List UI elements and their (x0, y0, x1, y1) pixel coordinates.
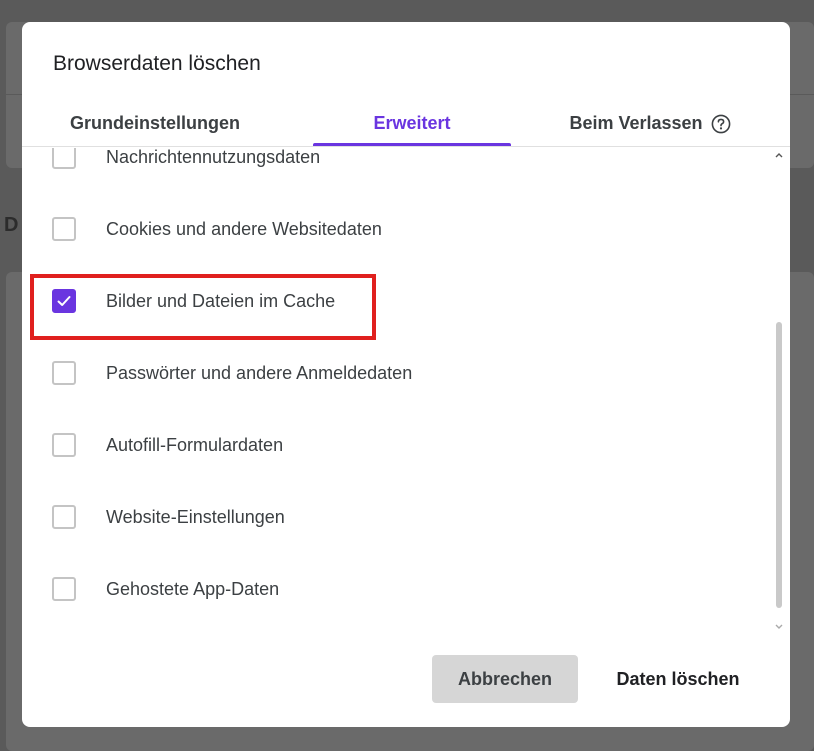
tab-on-exit[interactable]: Beim Verlassen (562, 100, 738, 147)
tab-on-exit-label: Beim Verlassen (569, 113, 703, 133)
scrollbar[interactable] (774, 150, 784, 630)
help-circle-icon[interactable] (711, 114, 731, 134)
checkbox-unchecked[interactable] (52, 577, 76, 601)
tab-advanced-label: Erweitert (373, 113, 451, 133)
highlight-box (30, 274, 376, 340)
scroll-up-arrow-icon[interactable] (774, 150, 784, 160)
list-item[interactable]: Passwörter und andere Anmeldedaten (22, 337, 762, 409)
list-item[interactable]: Website-Einstellungen (22, 481, 762, 553)
list-item-label: Website-Einstellungen (106, 507, 285, 527)
tab-advanced[interactable]: Erweitert (313, 100, 511, 147)
list-item-label: Passwörter und andere Anmeldedaten (106, 363, 413, 383)
data-type-list: Nachrichtennutzungsdaten Cookies und and… (22, 148, 790, 632)
checkbox-unchecked[interactable] (52, 505, 76, 529)
clear-data-button[interactable]: Daten löschen (598, 655, 758, 703)
active-tab-indicator (313, 143, 511, 146)
list-item[interactable]: Autofill-Formulardaten (22, 409, 762, 481)
list-item-label: Nachrichtennutzungsdaten (106, 148, 321, 167)
list-item[interactable]: Cookies und andere Websitedaten (22, 193, 762, 265)
clear-browsing-data-dialog: Browserdaten löschen Grundeinstellungen … (22, 22, 790, 727)
checkbox-unchecked[interactable] (52, 148, 76, 169)
dialog-title: Browserdaten löschen (53, 52, 261, 75)
scroll-down-arrow-icon[interactable] (774, 622, 784, 632)
checkbox-unchecked[interactable] (52, 217, 76, 241)
list-item-label: Cookies und andere Websitedaten (106, 219, 382, 239)
checkbox-unchecked[interactable] (52, 433, 76, 457)
background-heading: D (4, 214, 19, 236)
list-item[interactable]: Gehostete App-Daten (22, 553, 762, 625)
list-item[interactable]: Nachrichtennutzungsdaten (22, 148, 762, 193)
checkbox-unchecked[interactable] (52, 361, 76, 385)
list-item-label: Gehostete App-Daten (106, 579, 280, 599)
cancel-button[interactable]: Abbrechen (432, 655, 578, 703)
tab-bar: Grundeinstellungen Erweitert Beim Verlas… (22, 100, 790, 147)
scrollbar-thumb[interactable] (776, 322, 782, 608)
tab-basic[interactable]: Grundeinstellungen (52, 100, 258, 147)
tab-basic-label: Grundeinstellungen (69, 113, 240, 133)
list-item-label: Autofill-Formulardaten (106, 435, 284, 455)
